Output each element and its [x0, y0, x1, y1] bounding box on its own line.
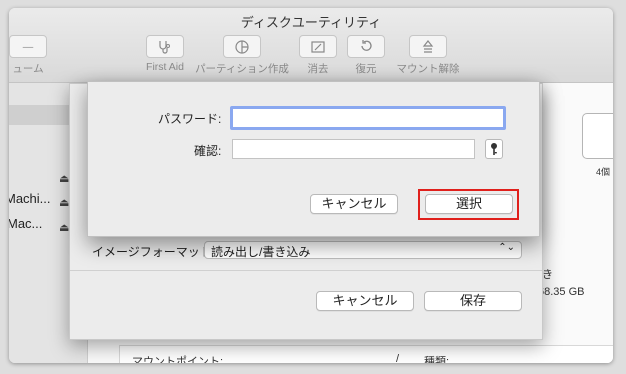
partition-button[interactable]: パーティション作成 — [194, 35, 290, 75]
restore-icon — [347, 35, 385, 58]
volume-label: ューム — [12, 63, 44, 75]
sheet-cancel-button[interactable]: キャンセル — [316, 291, 414, 311]
partition-icon — [223, 35, 261, 58]
confirm-label: 確認: — [194, 144, 222, 158]
highlight-box — [418, 189, 519, 220]
password-assistant-button[interactable] — [485, 139, 503, 159]
key-icon — [491, 143, 497, 155]
unmount-label: マウント解除 — [396, 63, 460, 75]
sidebar-item-mac[interactable]: Mac... — [9, 216, 42, 231]
mount-point-label: マウントポイント: — [132, 356, 224, 363]
image-format-popup[interactable]: 読み出し/書き込み ⌃⌄ — [204, 241, 522, 259]
first-aid-label: First Aid — [146, 61, 184, 73]
window-title: ディスクユーティリティ — [240, 15, 382, 30]
eject-icon[interactable]: ⏏ — [59, 196, 69, 209]
first-aid-button[interactable]: First Aid — [140, 35, 190, 75]
image-format-value: 読み出し/書き込み — [211, 245, 311, 259]
eject-icon[interactable]: ⏏ — [59, 172, 69, 185]
info-table: マウントポイント: / 種類: — [119, 345, 613, 363]
unmount-icon — [409, 35, 447, 58]
eject-icon[interactable]: ⏏ — [59, 221, 69, 234]
toolbar: ディスクユーティリティ — ューム First Aid パーティション作成 消去 — [9, 8, 613, 83]
save-button[interactable]: 保存 — [424, 291, 522, 311]
disk-utility-window: ディスクユーティリティ — ューム First Aid パーティション作成 消去 — [9, 8, 613, 363]
mount-point-value: / — [396, 353, 400, 363]
erase-button[interactable]: 消去 — [298, 35, 338, 75]
sidebar-item-machi[interactable]: Machi... — [9, 191, 51, 206]
password-field[interactable] — [230, 106, 506, 130]
erase-icon — [299, 35, 337, 58]
password-dialog: パスワード: 確認: キャンセル 選択 — [87, 81, 540, 237]
size-text: 68.35 GB — [538, 286, 585, 298]
capacity-box — [582, 113, 613, 159]
chevron-updown-icon: ⌃⌄ — [498, 242, 515, 253]
unmount-button[interactable]: マウント解除 — [393, 35, 463, 75]
password-label: パスワード: — [158, 112, 222, 126]
confirm-field[interactable] — [232, 139, 475, 159]
erase-label: 消去 — [307, 63, 329, 75]
right-text: き — [542, 269, 553, 281]
partition-label: パーティション作成 — [195, 63, 289, 75]
image-format-label: イメージフォーマット: — [92, 245, 216, 259]
restore-label: 復元 — [355, 63, 377, 75]
minus-icon: — — [9, 35, 47, 58]
stethoscope-icon — [146, 35, 184, 58]
type-label: 種類: — [424, 356, 450, 363]
volume-toolbar-item[interactable]: — ューム — [9, 35, 53, 75]
capacity-label: 4個 — [596, 167, 611, 177]
restore-button[interactable]: 復元 — [346, 35, 386, 75]
dialog-cancel-button[interactable]: キャンセル — [310, 194, 398, 214]
divider — [70, 270, 542, 271]
